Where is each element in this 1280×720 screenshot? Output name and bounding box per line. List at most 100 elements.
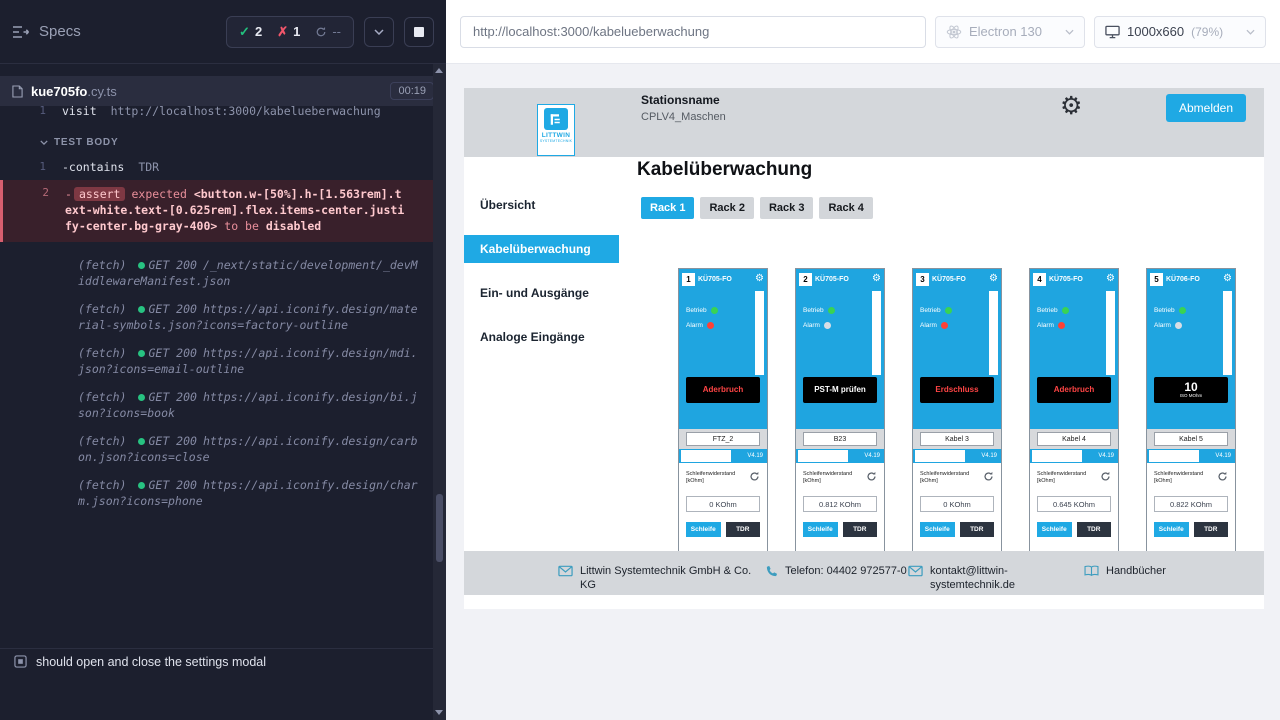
sidebar-item[interactable]: Ein- und Ausgänge: [464, 279, 619, 307]
stop-icon: [414, 27, 424, 37]
reporter-scrollbar[interactable]: [433, 64, 446, 720]
footer-item[interactable]: Telefon: 04402 972577-0: [765, 565, 907, 579]
failed-assert-row[interactable]: 2 -assertexpected <button.w-[50%].h-[1.5…: [0, 180, 433, 242]
spec-name: kue705fo: [31, 84, 87, 99]
command-args: http://localhost:3000/kabelueberwachung: [111, 106, 381, 120]
monitor-icon: [1105, 25, 1120, 39]
scroll-up-icon[interactable]: [435, 68, 443, 73]
rack-tab-label: Rack 1: [650, 202, 685, 214]
footer-item[interactable]: kontakt@littwin-systemtechnik.de: [908, 565, 1040, 592]
refresh-icon[interactable]: [1217, 471, 1228, 482]
fetch-log-entry[interactable]: (fetch)GET 200https://api.iconify.design…: [78, 434, 419, 465]
refresh-icon[interactable]: [866, 471, 877, 482]
fetch-log-entry[interactable]: (fetch)GET 200https://api.iconify.design…: [78, 302, 419, 333]
fetch-log-entry[interactable]: (fetch)GET 200/_next/static/development/…: [78, 258, 419, 289]
tdr-button[interactable]: TDR: [1194, 522, 1229, 537]
cable-name-field[interactable]: Kabel 3: [920, 432, 994, 446]
schleife-button[interactable]: Schleife: [1154, 522, 1189, 537]
suite-header[interactable]: TEST BODY: [40, 137, 433, 148]
settings-gear-icon[interactable]: ⚙: [1060, 94, 1082, 119]
tdr-button[interactable]: TDR: [726, 522, 761, 537]
station-name: CPLV4_Maschen: [641, 111, 726, 123]
assert-mid: to be: [224, 219, 259, 233]
schleife-button[interactable]: Schleife: [920, 522, 955, 537]
rack-tab[interactable]: Rack 2: [700, 197, 753, 219]
browser-select[interactable]: Electron 130: [935, 16, 1085, 48]
spec-file-row[interactable]: kue705fo.cy.ts 00:19: [0, 76, 446, 106]
scrollbar-thumb[interactable]: [436, 494, 443, 562]
visit-command-row[interactable]: 1 visit http://localhost:3000/kabelueber…: [0, 106, 433, 122]
rack-tab[interactable]: Rack 3: [760, 197, 813, 219]
schleife-button[interactable]: Schleife: [803, 522, 838, 537]
refresh-icon[interactable]: [1100, 471, 1111, 482]
cable-name-field[interactable]: FTZ_2: [686, 432, 760, 446]
fetch-log-entry[interactable]: (fetch)GET 200https://api.iconify.design…: [78, 346, 419, 377]
schleife-button[interactable]: Schleife: [686, 522, 721, 537]
card-buttons: Schleife TDR: [803, 522, 877, 537]
sidebar-item[interactable]: Kabelüberwachung: [464, 235, 619, 263]
betrieb-label: Betrieb: [1037, 307, 1058, 314]
tdr-button[interactable]: TDR: [1077, 522, 1112, 537]
firmware-version: V4.19: [864, 453, 884, 459]
card-buttons: Schleife TDR: [920, 522, 994, 537]
viewport-select[interactable]: 1000x660 (79%): [1094, 16, 1266, 48]
cable-strip: [989, 291, 998, 375]
footer-item[interactable]: Handbücher: [1084, 565, 1226, 579]
spec-file-icon: [12, 85, 23, 98]
fetch-log-list: (fetch)GET 200/_next/static/development/…: [0, 258, 433, 509]
card-model: KÜ706-FO: [1166, 276, 1200, 283]
card-spacer: [1147, 403, 1235, 429]
resistance-row: Schleifenwiderstand [kOhm]: [1037, 471, 1111, 485]
resistance-row: Schleifenwiderstand [kOhm]: [803, 471, 877, 485]
card-version-row: V4.19: [1030, 449, 1118, 463]
footer-item[interactable]: Littwin Systemtechnik GmbH & Co. KG: [558, 565, 760, 592]
contains-command-row[interactable]: 1 -contains TDR: [0, 156, 433, 178]
specs-menu-icon[interactable]: [12, 25, 30, 39]
rack-tab[interactable]: Rack 4: [819, 197, 872, 219]
card-gear-icon[interactable]: ⚙: [872, 274, 881, 284]
device-card: 1 KÜ705-FO ⚙ Betrieb Alarm Aderbruch FTZ…: [678, 268, 768, 568]
collapse-button[interactable]: [364, 17, 394, 47]
fetch-log-entry[interactable]: (fetch)GET 200https://api.iconify.design…: [78, 390, 419, 421]
cable-name-field[interactable]: Kabel 4: [1037, 432, 1111, 446]
tdr-button[interactable]: TDR: [843, 522, 878, 537]
page-title: Kabelüberwachung: [637, 159, 812, 181]
card-gear-icon[interactable]: ⚙: [989, 274, 998, 284]
assert-message: -assertexpected <button.w-[50%].h-[1.563…: [65, 186, 407, 234]
card-spacer: [913, 403, 1001, 429]
card-gear-icon[interactable]: ⚙: [1106, 274, 1115, 284]
aut-panel: Electron 130 1000x660 (79%) LITTWIN SYST…: [446, 0, 1280, 720]
viewport-size: 1000x660: [1127, 24, 1184, 39]
refresh-icon[interactable]: [749, 471, 760, 482]
resistance-label: Schleifenwiderstand [kOhm]: [1154, 471, 1212, 485]
card-gear-icon[interactable]: ⚙: [755, 274, 764, 284]
alarm-led-icon: [707, 322, 714, 329]
url-input[interactable]: [460, 16, 926, 48]
card-gear-icon[interactable]: ⚙: [1223, 274, 1232, 284]
card-model: KÜ705-FO: [1049, 276, 1083, 283]
cable-name-field[interactable]: B23: [803, 432, 877, 446]
fetch-url: https://api.iconify.design/carbon.json?i…: [78, 434, 418, 464]
cable-name-field[interactable]: Kabel 5: [1154, 432, 1228, 446]
app-viewport: LITTWIN SYSTEMTECHNIK Stationsname CPLV4…: [464, 88, 1264, 609]
success-dot-icon: [138, 482, 145, 489]
footer-item-text: kontakt@littwin-systemtechnik.de: [930, 565, 1040, 592]
logout-button[interactable]: Abmelden: [1166, 94, 1246, 122]
pending-test-bar[interactable]: should open and close the settings modal: [0, 648, 433, 674]
command-name: visit: [62, 106, 97, 120]
sidebar-item[interactable]: Übersicht: [464, 191, 619, 219]
test-stats[interactable]: ✓2 ✗1 --: [226, 16, 354, 48]
card-indicators: Betrieb Alarm: [913, 289, 1001, 377]
sidebar-item[interactable]: Analoge Eingänge: [464, 323, 619, 351]
card-model: KÜ705-FO: [815, 276, 849, 283]
stop-button[interactable]: [404, 17, 434, 47]
card-status-sub: ISO MOhm: [1180, 394, 1203, 399]
scroll-down-icon[interactable]: [435, 710, 443, 715]
tdr-button[interactable]: TDR: [960, 522, 995, 537]
fetch-log-entry[interactable]: (fetch)GET 200https://api.iconify.design…: [78, 478, 419, 509]
refresh-icon[interactable]: [983, 471, 994, 482]
alarm-led-icon: [824, 322, 831, 329]
card-indicators: Betrieb Alarm: [796, 289, 884, 377]
rack-tab[interactable]: Rack 1: [641, 197, 694, 219]
schleife-button[interactable]: Schleife: [1037, 522, 1072, 537]
